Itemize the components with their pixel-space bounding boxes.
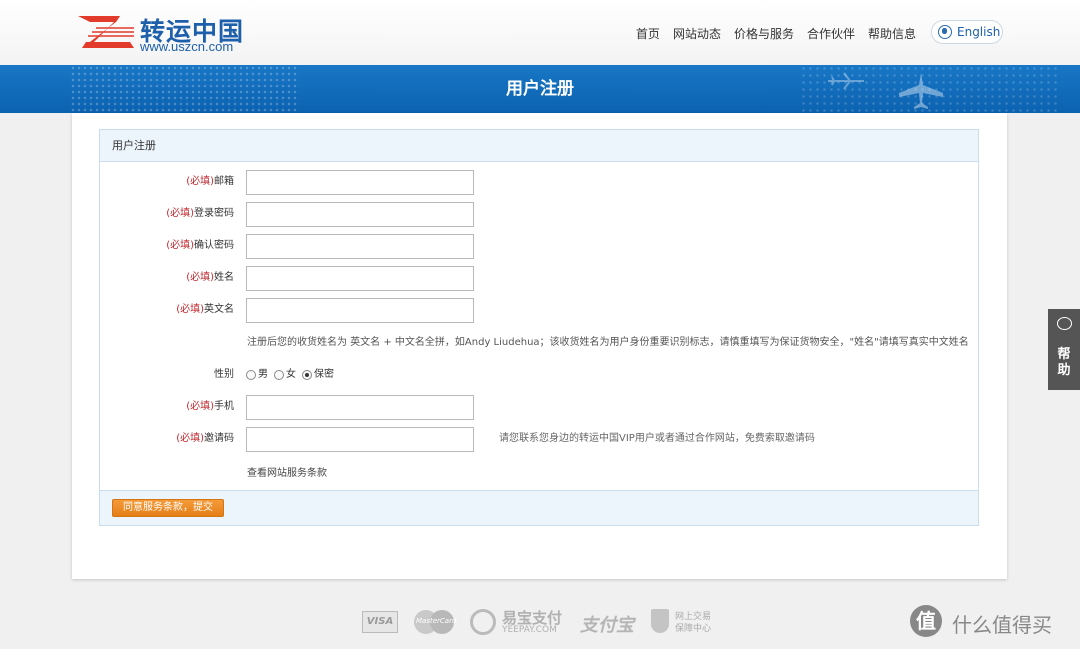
phone-row: (必填)手机 bbox=[100, 395, 978, 421]
english-name-field[interactable] bbox=[246, 298, 474, 323]
shield-icon bbox=[651, 609, 669, 633]
terms-link[interactable]: 查看网站服务条款 bbox=[247, 464, 327, 479]
chat-bubble-icon bbox=[1057, 317, 1072, 330]
nav-home[interactable]: 首页 bbox=[636, 25, 660, 42]
required-tag: (必填) bbox=[166, 208, 194, 219]
site-logo[interactable]: 转运中国 www.uszcn.com bbox=[76, 12, 256, 54]
email-field[interactable] bbox=[246, 170, 474, 195]
visa-logo: VISA bbox=[362, 611, 398, 633]
help-tab-label: 帮助 bbox=[1057, 347, 1071, 378]
language-button[interactable]: English bbox=[931, 20, 1003, 44]
trade-protection-logo: 网上交易 保障中心 bbox=[651, 607, 731, 635]
required-tag: (必填) bbox=[166, 240, 194, 251]
nav-pricing[interactable]: 价格与服务 bbox=[734, 25, 794, 42]
name-hint: 注册后您的收货姓名为 英文名 + 中文名全拼，如Andy Liudehua；该收… bbox=[247, 337, 969, 348]
nav-help[interactable]: 帮助信息 bbox=[868, 25, 916, 42]
gender-option-male[interactable]: 男 bbox=[246, 363, 268, 387]
submit-button[interactable]: 同意服务条款，提交 bbox=[112, 499, 224, 517]
gender-option-female[interactable]: 女 bbox=[274, 363, 296, 387]
password-label: (必填)登录密码 bbox=[166, 208, 234, 219]
site-header: 转运中国 www.uszcn.com 首页 网站动态 价格与服务 合作伙伴 帮助… bbox=[0, 0, 1080, 65]
name-row: (必填)姓名 bbox=[100, 266, 978, 292]
gender-label: 性别 bbox=[214, 369, 234, 380]
watermark-text: 什么值得买 bbox=[952, 613, 1052, 637]
yeepay-logo: 易宝支付 YEEPAY.COM bbox=[470, 607, 570, 635]
yeepay-icon bbox=[470, 609, 496, 635]
invite-code-label: (必填)邀请码 bbox=[176, 433, 234, 444]
watermark-icon: 值 bbox=[910, 605, 942, 637]
form-title: 用户注册 bbox=[100, 130, 978, 162]
registration-form: 用户注册 (必填)邮箱 (必填)登录密码 (必填)确认密码 (必填)姓名 (必填… bbox=[99, 129, 979, 526]
confirm-password-row: (必填)确认密码 bbox=[100, 234, 978, 260]
required-tag: (必填) bbox=[186, 272, 214, 283]
english-name-row: (必填)英文名 bbox=[100, 298, 978, 324]
confirm-password-field[interactable] bbox=[246, 234, 474, 259]
radio-icon bbox=[246, 370, 256, 380]
email-row: (必填)邮箱 bbox=[100, 170, 978, 196]
required-tag: (必填) bbox=[176, 304, 204, 315]
nav-news[interactable]: 网站动态 bbox=[673, 25, 721, 42]
password-row: (必填)登录密码 bbox=[100, 202, 978, 228]
invite-code-row: (必填)邀请码 请您联系您身边的转运中国VIP用户或者通过合作网站，免费索取邀请… bbox=[100, 427, 978, 453]
phone-label: (必填)手机 bbox=[186, 401, 234, 412]
page-title: 用户注册 bbox=[506, 79, 574, 99]
language-label: English bbox=[957, 25, 1001, 39]
invite-code-field[interactable] bbox=[246, 427, 474, 452]
globe-icon bbox=[938, 25, 952, 39]
mastercard-logo: MasterCard bbox=[414, 610, 456, 634]
english-name-label: (必填)英文名 bbox=[176, 304, 234, 315]
page-banner: 用户注册 bbox=[0, 65, 1080, 113]
watermark: 值 什么值得买 bbox=[910, 605, 1075, 639]
confirm-password-label: (必填)确认密码 bbox=[166, 240, 234, 251]
alipay-logo: 支付宝 bbox=[580, 615, 634, 636]
password-field[interactable] bbox=[246, 202, 474, 227]
gender-row: 性别 男 女 保密 bbox=[100, 363, 978, 389]
form-footer: 同意服务条款，提交 bbox=[100, 490, 978, 525]
email-label: (必填)邮箱 bbox=[186, 176, 234, 187]
main-nav: 首页 网站动态 价格与服务 合作伙伴 帮助信息 bbox=[636, 25, 916, 42]
logo-z-icon bbox=[78, 16, 134, 48]
phone-field[interactable] bbox=[246, 395, 474, 420]
gender-option-private[interactable]: 保密 bbox=[302, 363, 334, 387]
required-tag: (必填) bbox=[186, 176, 214, 187]
gender-options: 男 女 保密 bbox=[246, 363, 334, 387]
nav-partners[interactable]: 合作伙伴 bbox=[807, 25, 855, 42]
name-label: (必填)姓名 bbox=[186, 272, 234, 283]
required-tag: (必填) bbox=[176, 433, 204, 444]
radio-checked-icon bbox=[302, 370, 312, 380]
required-tag: (必填) bbox=[186, 401, 214, 412]
radio-icon bbox=[274, 370, 284, 380]
name-field[interactable] bbox=[246, 266, 474, 291]
logo-url: www.uszcn.com bbox=[140, 39, 234, 54]
help-tab[interactable]: 帮助 bbox=[1048, 309, 1080, 390]
invite-code-hint: 请您联系您身边的转运中国VIP用户或者通过合作网站，免费索取邀请码 bbox=[499, 433, 815, 444]
